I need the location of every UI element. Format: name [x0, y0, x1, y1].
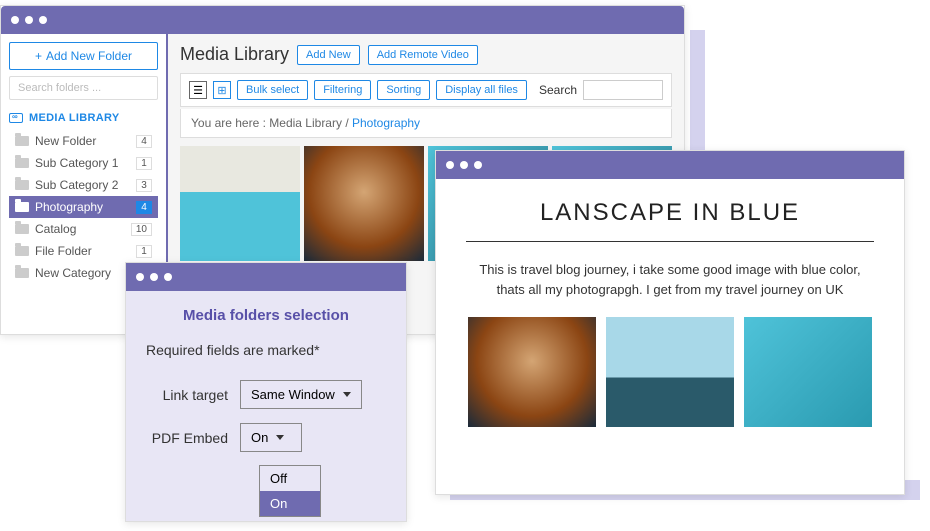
bulk-select-button[interactable]: Bulk select [237, 80, 308, 100]
pdf-embed-dropdown: Off On [259, 465, 321, 517]
titlebar [1, 6, 684, 34]
folder-icon [15, 180, 29, 190]
window-dot [164, 273, 172, 281]
folder-item[interactable]: Catalog 10 [9, 218, 158, 240]
dropdown-option-off[interactable]: Off [260, 466, 320, 491]
window-dot [150, 273, 158, 281]
media-thumbnail[interactable] [180, 146, 300, 261]
folder-label: Sub Category 1 [35, 156, 130, 170]
blog-image[interactable] [606, 317, 734, 427]
titlebar [126, 263, 406, 291]
chevron-down-icon [343, 392, 351, 397]
search-folders-input[interactable] [9, 76, 158, 100]
link-target-label: Link target [146, 387, 228, 403]
folder-count-badge: 1 [136, 157, 152, 170]
chevron-down-icon [276, 435, 284, 440]
window-dot [25, 16, 33, 24]
divider [466, 241, 874, 242]
folder-icon [15, 158, 29, 168]
page-title: Media Library [180, 44, 289, 65]
window-dot [11, 16, 19, 24]
blog-image[interactable] [468, 317, 596, 427]
breadcrumb-root[interactable]: Media Library [269, 116, 342, 130]
grid-view-button[interactable]: ⊞ [213, 81, 231, 99]
folder-item[interactable]: Sub Category 2 3 [9, 174, 158, 196]
list-view-button[interactable]: ☰ [189, 81, 207, 99]
search-label: Search [539, 83, 577, 97]
blog-image[interactable] [744, 317, 872, 427]
folder-count-badge: 4 [136, 201, 152, 214]
folder-label: Catalog [35, 222, 125, 236]
modal-subtitle: Required fields are marked* [146, 342, 386, 358]
link-target-select[interactable]: Same Window [240, 380, 362, 409]
link-target-value: Same Window [251, 387, 335, 402]
folder-label: New Folder [35, 134, 130, 148]
media-folders-selection-window: Media folders selection Required fields … [125, 262, 407, 522]
folder-icon [15, 246, 29, 256]
folder-count-badge: 4 [136, 135, 152, 148]
sorting-button[interactable]: Sorting [377, 80, 430, 100]
folder-label: Sub Category 2 [35, 178, 130, 192]
library-icon [9, 113, 23, 123]
library-label: MEDIA LIBRARY [29, 112, 119, 124]
pdf-embed-label: PDF Embed [146, 430, 228, 446]
display-all-button[interactable]: Display all files [436, 80, 527, 100]
folder-item[interactable]: File Folder 1 [9, 240, 158, 262]
modal-title: Media folders selection [146, 307, 386, 324]
toolbar: ☰ ⊞ Bulk select Filtering Sorting Displa… [180, 73, 672, 107]
folder-label: Photography [35, 200, 130, 214]
window-dot [446, 161, 454, 169]
window-dot [39, 16, 47, 24]
add-folder-button[interactable]: + Add New Folder [9, 42, 158, 70]
add-remote-video-button[interactable]: Add Remote Video [368, 45, 478, 65]
folder-label: File Folder [35, 244, 130, 258]
blog-text: This is travel blog journey, i take some… [466, 260, 874, 299]
folder-item[interactable]: Sub Category 1 1 [9, 152, 158, 174]
media-thumbnail[interactable] [304, 146, 424, 261]
pdf-embed-select[interactable]: On [240, 423, 302, 452]
media-library-header: MEDIA LIBRARY [9, 112, 158, 124]
plus-icon: + [35, 49, 42, 63]
filtering-button[interactable]: Filtering [314, 80, 371, 100]
blog-gallery [466, 317, 874, 427]
blog-title: LANSCAPE IN BLUE [466, 199, 874, 227]
breadcrumb: You are here : Media Library / Photograp… [180, 109, 672, 138]
folder-item[interactable]: Photography 4 [9, 196, 158, 218]
window-dot [460, 161, 468, 169]
dropdown-option-on[interactable]: On [260, 491, 320, 516]
window-dot [136, 273, 144, 281]
folder-icon [15, 202, 29, 212]
folder-item[interactable]: New Folder 4 [9, 130, 158, 152]
folder-list: New Folder 4 Sub Category 1 1 Sub Category 2… [9, 130, 158, 284]
titlebar [436, 151, 904, 179]
breadcrumb-prefix: You are here : [191, 116, 269, 130]
blog-preview-window: LANSCAPE IN BLUE This is travel blog jou… [435, 150, 905, 495]
folder-count-badge: 1 [136, 245, 152, 258]
folder-icon [15, 268, 29, 278]
folder-count-badge: 10 [131, 223, 152, 236]
folder-count-badge: 3 [136, 179, 152, 192]
breadcrumb-current[interactable]: Photography [352, 116, 420, 130]
folder-icon [15, 136, 29, 146]
window-dot [474, 161, 482, 169]
folder-icon [15, 224, 29, 234]
add-new-button[interactable]: Add New [297, 45, 360, 65]
add-folder-label: Add New Folder [46, 49, 132, 63]
breadcrumb-sep: / [342, 116, 352, 130]
search-input[interactable] [583, 80, 663, 100]
pdf-embed-value: On [251, 430, 268, 445]
